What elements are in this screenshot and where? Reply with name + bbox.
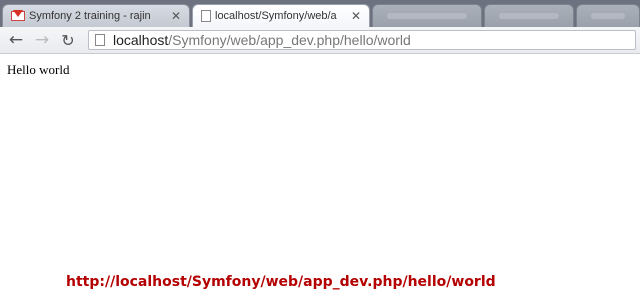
forward-button[interactable]: → — [32, 30, 52, 50]
blurred-tab-title — [499, 13, 559, 19]
tab-strip: Symfony 2 training - rajin ✕ localhost/S… — [0, 0, 640, 27]
url-host: localhost — [113, 32, 169, 48]
tab-gmail[interactable]: Symfony 2 training - rajin ✕ — [2, 4, 190, 27]
browser-toolbar: ← → ↻ localhost/Symfony/web/app_dev.php/… — [0, 27, 640, 54]
tab-blurred[interactable] — [576, 4, 640, 27]
blurred-tab-title — [591, 13, 625, 19]
close-icon[interactable]: ✕ — [351, 9, 361, 23]
blurred-tab-title — [387, 13, 467, 19]
tab-localhost[interactable]: localhost/Symfony/web/a ✕ — [192, 4, 370, 27]
page-icon — [201, 10, 211, 22]
url-path: /Symfony/web/app_dev.php/hello/world — [168, 32, 411, 48]
page-body-text: Hello world — [7, 62, 70, 77]
gmail-icon — [11, 10, 25, 21]
tab-blurred[interactable] — [372, 4, 482, 27]
tab-blurred[interactable] — [484, 4, 574, 27]
page-icon — [95, 34, 105, 46]
address-bar[interactable]: localhost/Symfony/web/app_dev.php/hello/… — [88, 30, 636, 50]
back-button[interactable]: ← — [6, 30, 26, 50]
url-caption: http://localhost/Symfony/web/app_dev.php… — [66, 274, 496, 290]
tab-title: Symfony 2 training - rajin — [29, 10, 151, 22]
close-icon[interactable]: ✕ — [171, 9, 181, 23]
tab-title: localhost/Symfony/web/a — [215, 10, 337, 22]
reload-button[interactable]: ↻ — [58, 30, 78, 50]
